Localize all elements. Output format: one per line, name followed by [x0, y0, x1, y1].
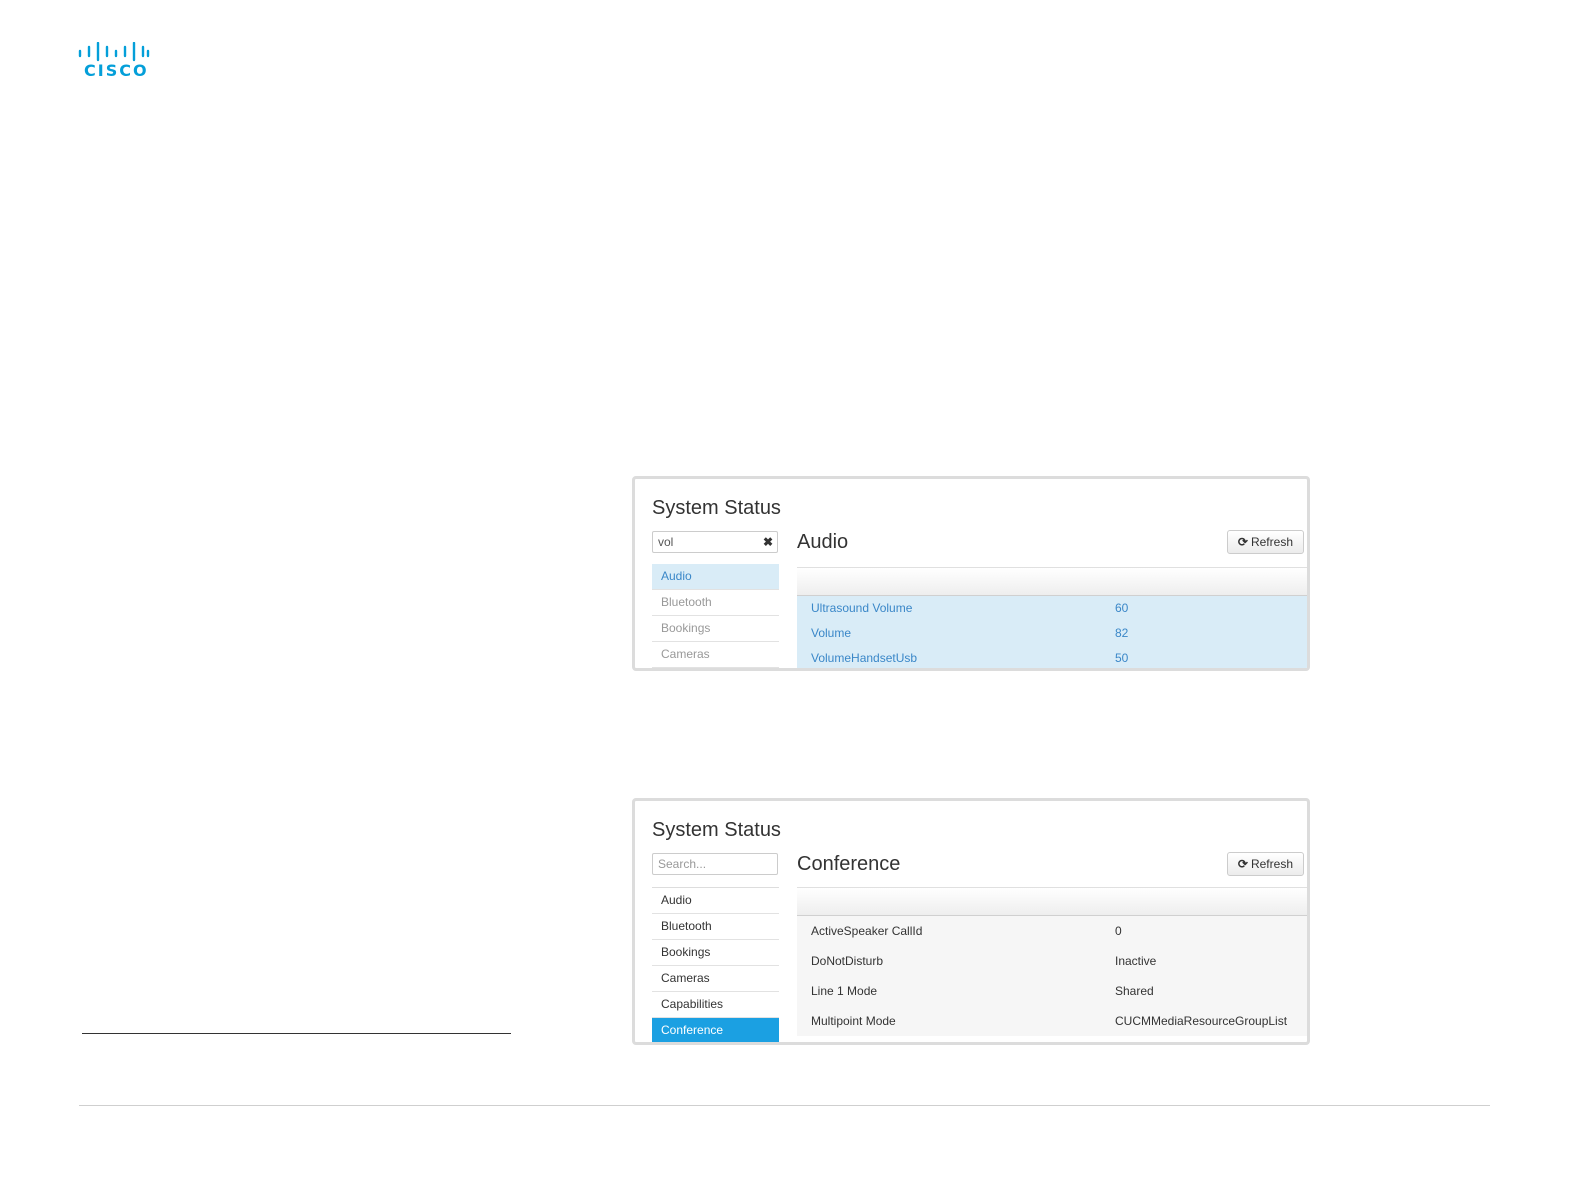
- refresh-button[interactable]: ⟳ Refresh: [1226, 530, 1304, 554]
- refresh-label: Refresh: [1250, 857, 1293, 871]
- sidebar-item-bluetooth[interactable]: Bluetooth: [652, 590, 779, 616]
- status-table: ActiveSpeaker CallId 0 DoNotDisturb Inac…: [797, 887, 1307, 1036]
- row-key: DoNotDisturb: [811, 954, 884, 968]
- sidebar-item-capabilities[interactable]: Capabilities: [652, 992, 779, 1018]
- status-sidebar: Audio Bluetooth Bookings Cameras Capabil…: [652, 887, 779, 1042]
- cisco-bars-icon: [78, 42, 150, 62]
- table-row: ActiveSpeaker CallId 0: [797, 916, 1307, 946]
- table-row: DoNotDisturb Inactive: [797, 946, 1307, 976]
- clear-search-icon[interactable]: ✖: [763, 535, 773, 549]
- refresh-button[interactable]: ⟳ Refresh: [1226, 852, 1304, 876]
- row-key: Ultrasound Volume: [811, 601, 913, 615]
- row-value: Shared: [1115, 984, 1154, 998]
- section-title: Audio: [797, 531, 849, 553]
- row-key: Multipoint Mode: [811, 1014, 896, 1028]
- sidebar-item-cameras[interactable]: Cameras: [652, 642, 779, 668]
- sidebar-item-cameras[interactable]: Cameras: [652, 966, 779, 992]
- refresh-label: Refresh: [1250, 535, 1293, 549]
- refresh-icon: ⟳: [1237, 857, 1248, 871]
- sidebar-item-bookings[interactable]: Bookings: [652, 940, 779, 966]
- row-key: Line 1 Mode: [811, 984, 878, 998]
- system-status-panel-audio: System Status ✖ Audio Bluetooth Bookings…: [632, 476, 1310, 671]
- row-value: 50: [1115, 651, 1129, 665]
- row-value: CUCMMediaResourceGroupList: [1115, 1014, 1288, 1028]
- sidebar-item-audio[interactable]: Audio: [652, 888, 779, 914]
- panel-title: System Status: [652, 819, 781, 841]
- search-input[interactable]: [652, 531, 778, 553]
- sidebar-item-conference[interactable]: Conference: [652, 1018, 779, 1042]
- row-value: 60: [1115, 601, 1129, 615]
- table-row: Multipoint Mode CUCMMediaResourceGroupLi…: [797, 1006, 1307, 1036]
- sidebar-item-bluetooth[interactable]: Bluetooth: [652, 914, 779, 940]
- panel-title: System Status: [652, 497, 781, 519]
- sidebar-item-audio[interactable]: Audio: [652, 564, 779, 590]
- table-row: Ultrasound Volume 60: [797, 596, 1307, 621]
- footnote-divider: [82, 1033, 511, 1034]
- search-input[interactable]: [652, 853, 778, 875]
- refresh-icon: ⟳: [1237, 535, 1248, 549]
- row-key: Volume: [811, 626, 852, 640]
- table-row: Line 1 Mode Shared: [797, 976, 1307, 1006]
- cisco-wordmark: CISCO: [84, 61, 149, 80]
- section-title: Conference: [797, 853, 901, 875]
- row-value: 82: [1115, 626, 1129, 640]
- table-header: [797, 567, 1307, 596]
- row-key: VolumeHandsetUsb: [811, 651, 918, 665]
- row-value: 0: [1115, 924, 1122, 938]
- status-table: Ultrasound Volume 60 Volume 82 VolumeHan…: [797, 567, 1307, 668]
- table-row: Volume 82: [797, 621, 1307, 646]
- row-value: Inactive: [1115, 954, 1157, 968]
- table-row: VolumeHandsetUsb 50: [797, 646, 1307, 668]
- status-sidebar: Audio Bluetooth Bookings Cameras: [652, 564, 779, 668]
- cisco-logo: CISCO: [78, 42, 150, 82]
- row-key: ActiveSpeaker CallId: [811, 924, 923, 938]
- table-header: [797, 887, 1307, 916]
- sidebar-item-bookings[interactable]: Bookings: [652, 616, 779, 642]
- footer-divider: [79, 1105, 1490, 1106]
- system-status-panel-conference: System Status Audio Bluetooth Bookings C…: [632, 798, 1310, 1045]
